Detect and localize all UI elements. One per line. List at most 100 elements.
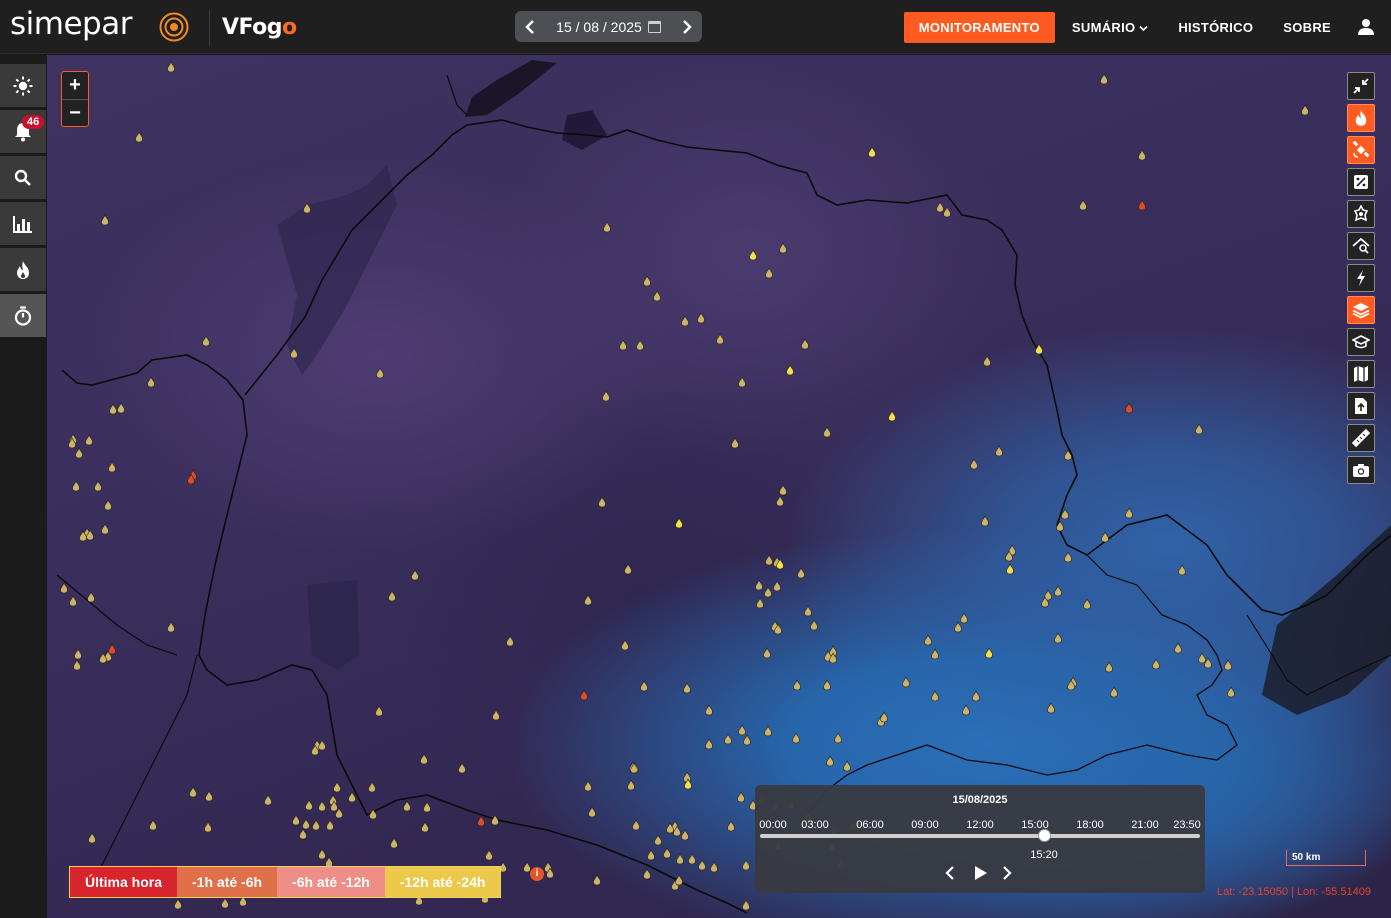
fire-marker[interactable] bbox=[731, 437, 739, 449]
legend-info-icon[interactable]: i bbox=[530, 867, 544, 881]
fire-marker[interactable] bbox=[149, 819, 157, 831]
fire-marker[interactable] bbox=[318, 800, 326, 812]
search-house-tool-button[interactable] bbox=[1347, 232, 1375, 260]
fire-marker[interactable] bbox=[1138, 149, 1146, 161]
brand-logo[interactable]: simepar bbox=[10, 6, 132, 42]
fire-marker[interactable] bbox=[1198, 652, 1206, 664]
fire-marker[interactable] bbox=[970, 458, 978, 470]
fire-marker[interactable] bbox=[675, 517, 683, 529]
fire-marker[interactable] bbox=[1195, 423, 1203, 435]
satellite-layer-button[interactable] bbox=[1347, 136, 1375, 164]
sidebar-stats-button[interactable] bbox=[0, 202, 46, 246]
user-icon[interactable] bbox=[1346, 7, 1386, 47]
fire-marker[interactable] bbox=[985, 647, 993, 659]
fire-marker[interactable] bbox=[792, 732, 800, 744]
fire-marker[interactable] bbox=[104, 499, 112, 511]
fire-marker[interactable] bbox=[727, 820, 735, 832]
fire-marker[interactable] bbox=[621, 639, 629, 651]
fire-marker[interactable] bbox=[888, 410, 896, 422]
fire-marker[interactable] bbox=[348, 791, 356, 803]
fire-marker[interactable] bbox=[458, 762, 466, 774]
fire-marker[interactable] bbox=[779, 484, 787, 496]
fire-marker[interactable] bbox=[779, 242, 787, 254]
fire-marker[interactable] bbox=[1110, 686, 1118, 698]
layers-tool-button[interactable] bbox=[1347, 296, 1375, 324]
fire-marker[interactable] bbox=[74, 648, 82, 660]
fire-marker[interactable] bbox=[69, 595, 77, 607]
sidebar-timer-button[interactable] bbox=[0, 294, 46, 338]
collapse-tool-button[interactable] bbox=[1347, 72, 1375, 100]
fire-marker[interactable] bbox=[931, 648, 939, 660]
fire-marker[interactable] bbox=[1054, 585, 1062, 597]
fire-marker[interactable] bbox=[75, 447, 83, 459]
fire-marker[interactable] bbox=[60, 582, 68, 594]
fire-marker[interactable] bbox=[390, 837, 398, 849]
fire-marker[interactable] bbox=[765, 267, 773, 279]
fire-marker[interactable] bbox=[793, 679, 801, 691]
hazard-tool-button[interactable] bbox=[1347, 200, 1375, 228]
fire-marker[interactable] bbox=[823, 426, 831, 438]
fire-marker[interactable] bbox=[962, 704, 970, 716]
fire-marker[interactable] bbox=[167, 621, 175, 633]
fire-marker[interactable] bbox=[1301, 104, 1309, 116]
fire-marker[interactable] bbox=[797, 567, 805, 579]
fire-marker[interactable] bbox=[109, 403, 117, 415]
fire-marker[interactable] bbox=[688, 853, 696, 865]
fire-marker[interactable] bbox=[598, 496, 606, 508]
fire-marker[interactable] bbox=[602, 390, 610, 402]
lightning-tool-button[interactable] bbox=[1347, 264, 1375, 292]
fire-marker[interactable] bbox=[326, 819, 334, 831]
fire-marker[interactable] bbox=[705, 738, 713, 750]
fire-marker[interactable] bbox=[101, 214, 109, 226]
fire-marker[interactable] bbox=[603, 221, 611, 233]
fire-marker[interactable] bbox=[72, 480, 80, 492]
fire-marker[interactable] bbox=[972, 690, 980, 702]
fire-marker[interactable] bbox=[318, 848, 326, 860]
fire-marker[interactable] bbox=[823, 679, 831, 691]
fire-marker[interactable] bbox=[763, 647, 771, 659]
fire-marker[interactable] bbox=[663, 847, 671, 859]
zoom-in-button[interactable]: + bbox=[62, 72, 88, 99]
fire-marker[interactable] bbox=[1006, 563, 1014, 575]
fire-marker[interactable] bbox=[221, 897, 229, 909]
fire-marker[interactable] bbox=[640, 680, 648, 692]
fire-marker[interactable] bbox=[681, 315, 689, 327]
fire-marker[interactable] bbox=[936, 201, 944, 213]
zoom-out-button[interactable]: − bbox=[62, 99, 88, 126]
fire-marker[interactable] bbox=[368, 781, 376, 793]
fire-marker[interactable] bbox=[632, 819, 640, 831]
fire-marker[interactable] bbox=[943, 206, 951, 218]
fire-marker[interactable] bbox=[101, 523, 109, 535]
fire-marker[interactable] bbox=[485, 849, 493, 861]
fire-marker[interactable] bbox=[1105, 661, 1113, 673]
timeline-next-button[interactable] bbox=[1002, 865, 1012, 881]
fire-marker[interactable] bbox=[167, 61, 175, 73]
fire-marker[interactable] bbox=[643, 868, 651, 880]
fire-marker[interactable] bbox=[108, 643, 116, 655]
fire-marker[interactable] bbox=[676, 853, 684, 865]
fire-marker[interactable] bbox=[931, 690, 939, 702]
fire-marker[interactable] bbox=[643, 275, 651, 287]
fire-marker[interactable] bbox=[743, 734, 751, 746]
fire-marker[interactable] bbox=[983, 355, 991, 367]
fire-marker[interactable] bbox=[627, 779, 635, 791]
fire-marker[interactable] bbox=[738, 724, 746, 736]
previous-day-button[interactable] bbox=[515, 11, 545, 42]
fire-marker[interactable] bbox=[698, 859, 706, 871]
fire-marker[interactable] bbox=[1174, 642, 1182, 654]
fire-marker[interactable] bbox=[675, 874, 683, 886]
fire-marker[interactable] bbox=[804, 605, 812, 617]
nav-monitoramento[interactable]: MONITORAMENTO bbox=[903, 11, 1055, 43]
fire-marker[interactable] bbox=[1224, 659, 1232, 671]
timeline-track[interactable] bbox=[760, 834, 1200, 838]
fire-marker[interactable] bbox=[773, 580, 781, 592]
nav-sumario[interactable]: SUMÁRIO bbox=[1057, 20, 1163, 35]
fire-marker[interactable] bbox=[724, 733, 732, 745]
fire-marker[interactable] bbox=[403, 800, 411, 812]
fire-marker[interactable] bbox=[492, 709, 500, 721]
fire-marker[interactable] bbox=[834, 732, 842, 744]
fire-marker[interactable] bbox=[580, 689, 588, 701]
fire-marker[interactable] bbox=[292, 814, 300, 826]
fire-marker[interactable] bbox=[204, 821, 212, 833]
fire-marker[interactable] bbox=[755, 579, 763, 591]
